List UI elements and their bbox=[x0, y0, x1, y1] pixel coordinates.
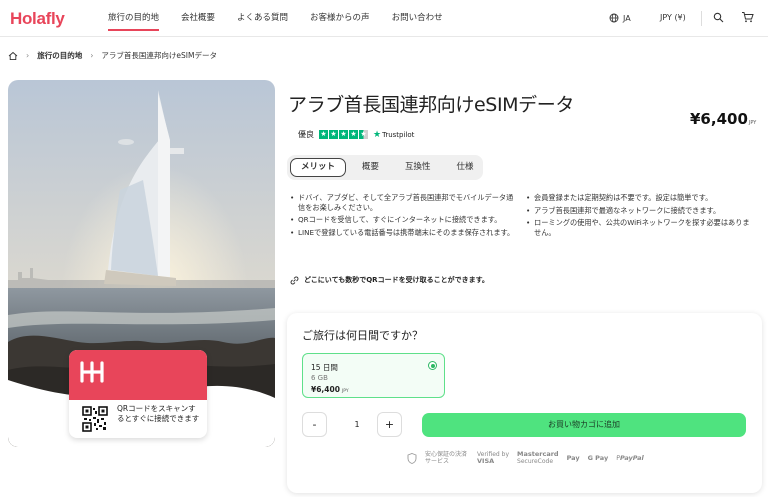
globe-icon bbox=[609, 13, 619, 23]
language-label: JA bbox=[623, 13, 631, 23]
trustpilot-label: Trustpilot bbox=[382, 130, 415, 139]
shield-icon bbox=[407, 452, 417, 464]
nav-item-faq[interactable]: よくある質問 bbox=[237, 0, 288, 37]
plan-days: 15 日間 bbox=[311, 363, 338, 372]
product-title: アラブ首長国連邦向けeSIMデータ bbox=[288, 94, 574, 116]
star-icon: ★ bbox=[329, 130, 338, 139]
search-icon[interactable] bbox=[713, 12, 724, 23]
price-value: ¥6,400 bbox=[690, 110, 748, 128]
benefits-list-left: ドバイ、アブダビ、そして全アラブ首長国連邦でモバイルデータ通信をお楽しみください… bbox=[290, 193, 520, 240]
nav-item-destinations[interactable]: 旅行の目的地 bbox=[108, 0, 160, 37]
benefit-item: アラブ首長国連邦で最適なネットワークに接続できます。 bbox=[526, 206, 756, 216]
holafly-card-header bbox=[69, 350, 207, 400]
benefit-item: ドバイ、アブダビ、そして全アラブ首長国連邦でモバイルデータ通信をお楽しみください… bbox=[290, 193, 520, 212]
currency-selector[interactable]: JPY (¥) bbox=[660, 13, 686, 22]
paypal-text: PayPal bbox=[619, 454, 644, 462]
holafly-h-logo-icon bbox=[80, 361, 104, 383]
benefit-item: ローミングの使用や、公共のWiFiネットワークを探す必要はありません。 bbox=[526, 218, 756, 237]
tab-benefits[interactable]: メリット bbox=[290, 158, 347, 177]
star-half-icon: ★ bbox=[359, 130, 368, 139]
quantity-increase-button[interactable]: + bbox=[377, 412, 402, 437]
apple-pay-text: Pay bbox=[566, 454, 580, 462]
rating-label: 優良 bbox=[298, 130, 314, 139]
qr-promo-text: QRコードをスキャンするとすぐに接続できます bbox=[117, 404, 200, 423]
nav-item-reviews[interactable]: お客様からの声 bbox=[310, 0, 370, 37]
plan-price-value: ¥6,400 bbox=[311, 385, 340, 394]
benefit-item: 会員登録または定期契約は不要です。設定は簡単です。 bbox=[526, 193, 756, 203]
breadcrumb-destinations[interactable]: 旅行の目的地 bbox=[37, 50, 82, 61]
google-pay-logo: G Pay bbox=[587, 454, 609, 462]
cart-icon[interactable] bbox=[741, 11, 754, 23]
verified-by-visa-logo: Verified by VISA bbox=[477, 451, 509, 465]
nav-item-about[interactable]: 会社概要 bbox=[181, 0, 215, 37]
plan-radio-selected[interactable] bbox=[428, 361, 437, 370]
chevron-right-icon: › bbox=[90, 51, 94, 60]
benefit-item: QRコードを受信して、すぐにインターネットに接続できます。 bbox=[290, 215, 520, 225]
breadcrumb-current: アラブ首長国連邦向けeSIMデータ bbox=[101, 51, 217, 60]
mastercard-securecode-logo: Mastercard SecureCode bbox=[517, 450, 559, 466]
home-icon[interactable] bbox=[8, 51, 18, 61]
secure-payment-label: 安心保証の決済サービス bbox=[425, 451, 468, 465]
apple-pay-logo: Pay bbox=[567, 454, 580, 462]
visa-text: VISA bbox=[477, 457, 495, 465]
benefits-list-right: 会員登録または定期契約は不要です。設定は簡単です。 アラブ首長国連邦で最適なネッ… bbox=[526, 193, 756, 240]
qr-code-icon bbox=[82, 406, 108, 432]
chevron-right-icon: › bbox=[26, 51, 30, 60]
mastercard-text: Mastercard bbox=[517, 450, 559, 458]
add-to-cart-button[interactable]: お買い物カゴに追加 bbox=[422, 413, 746, 437]
plan-option-15-days[interactable]: 15 日間 6 GB ¥6,400 JPY bbox=[302, 353, 445, 398]
main-nav: 旅行の目的地 会社概要 よくある質問 お客様からの声 お問い合わせ bbox=[108, 0, 465, 37]
quantity-decrease-button[interactable]: - bbox=[302, 412, 327, 437]
link-icon bbox=[290, 276, 299, 284]
qr-delivery-note: どこにいても数秒でQRコードを受け取ることができます。 bbox=[290, 275, 489, 285]
product-tabs: メリット 概要 互換性 仕様 bbox=[287, 155, 483, 180]
qr-note-text: どこにいても数秒でQRコードを受け取ることができます。 bbox=[304, 276, 489, 284]
quantity-value[interactable]: 1 bbox=[347, 412, 367, 437]
benefit-item: LINEで登録している電話番号は携帯端末にそのまま保存されます。 bbox=[290, 228, 520, 238]
plan-data: 6 GB bbox=[311, 374, 328, 382]
header-divider bbox=[701, 11, 702, 26]
product-price: ¥6,400JPY bbox=[690, 110, 756, 128]
trustpilot-rating[interactable]: 優良 ★ ★ ★ ★ ★ ★ Trustpilot bbox=[298, 129, 414, 140]
star-icon: ★ bbox=[339, 130, 348, 139]
trustpilot-star-icon: ★ bbox=[373, 129, 382, 140]
star-icon: ★ bbox=[319, 130, 328, 139]
rating-stars: ★ ★ ★ ★ ★ bbox=[319, 130, 368, 139]
price-unit: JPY bbox=[748, 120, 757, 126]
language-selector[interactable]: JA bbox=[609, 13, 631, 23]
breadcrumb: › 旅行の目的地 › アラブ首長国連邦向けeSIMデータ bbox=[8, 50, 217, 61]
nav-item-contact[interactable]: お問い合わせ bbox=[392, 0, 443, 37]
tab-specs[interactable]: 仕様 bbox=[447, 158, 484, 177]
plan-price: ¥6,400 JPY bbox=[311, 385, 349, 394]
trip-length-question: ご旅行は何日間ですか？ bbox=[302, 329, 423, 342]
securecode-text: SecureCode bbox=[517, 458, 554, 465]
plan-price-unit: JPY bbox=[341, 389, 349, 394]
payment-methods: 安心保証の決済サービス Verified by VISA Mastercard Se… bbox=[407, 451, 644, 465]
tab-overview[interactable]: 概要 bbox=[352, 158, 389, 177]
qr-promo-card: QRコードをスキャンするとすぐに接続できます bbox=[69, 350, 207, 438]
holafly-logo[interactable]: Holafly bbox=[10, 9, 65, 29]
tab-compatibility[interactable]: 互換性 bbox=[395, 158, 441, 177]
star-icon: ★ bbox=[349, 130, 358, 139]
top-navigation-bar: Holafly 旅行の目的地 会社概要 よくある質問 お客様からの声 お問い合わ… bbox=[0, 0, 768, 37]
booking-panel: ご旅行は何日間ですか？ 15 日間 6 GB ¥6,400 JPY - 1 + お… bbox=[287, 313, 762, 493]
trustpilot-logo: ★ Trustpilot bbox=[373, 130, 414, 140]
paypal-logo: ᑭPayPal bbox=[616, 454, 644, 462]
